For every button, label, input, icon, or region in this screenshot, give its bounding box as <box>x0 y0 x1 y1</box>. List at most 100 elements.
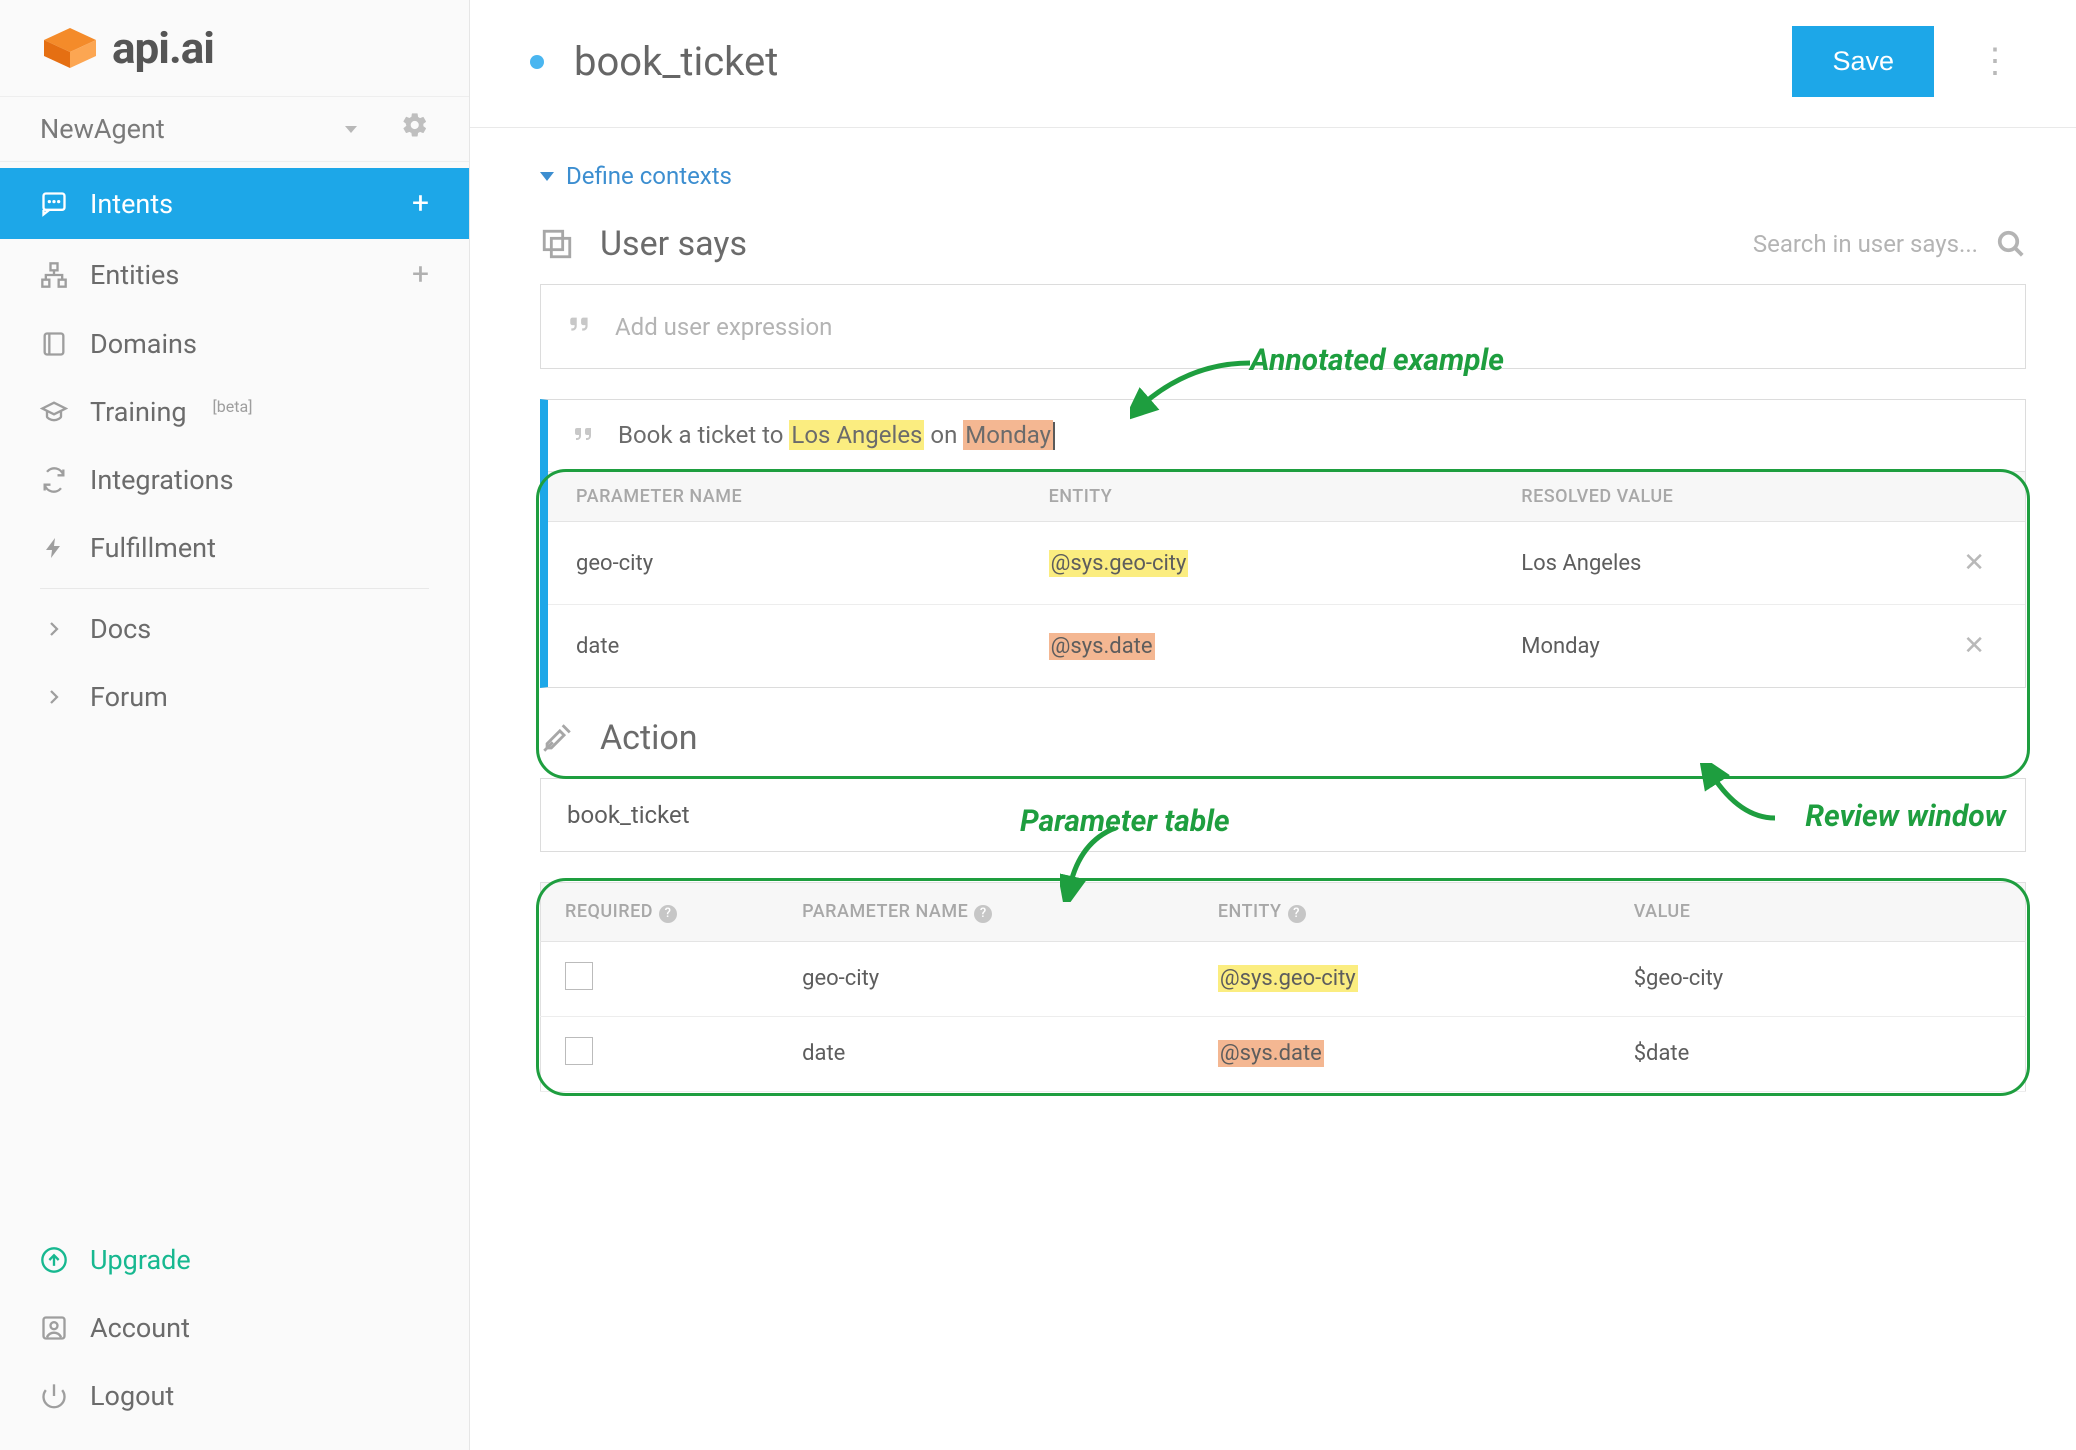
add-expression-input[interactable] <box>615 313 1999 341</box>
nav-account[interactable]: Account <box>0 1294 469 1362</box>
nav-link-forum[interactable]: Forum <box>0 663 469 731</box>
nav: Intents + Entities + Domains <box>0 162 469 731</box>
nav-item-intents[interactable]: Intents + <box>0 168 469 239</box>
nav-label: Intents <box>90 188 173 220</box>
search-icon[interactable] <box>1996 229 2026 259</box>
nav-label: Domains <box>90 328 197 360</box>
plus-icon[interactable]: + <box>412 257 429 292</box>
more-menu-icon[interactable]: ⋮ <box>1964 55 2026 69</box>
parameter-table: REQUIRED? PARAMETER NAME? ENTITY? VALUE … <box>540 882 2026 1092</box>
nav-link-docs[interactable]: Docs <box>0 595 469 663</box>
annotation-annotated-example: Annotated example <box>1250 343 1504 378</box>
example-text-prefix: Book a ticket to <box>618 421 789 449</box>
define-contexts-toggle[interactable]: Define contexts <box>540 162 2026 190</box>
sidebar: api.ai NewAgent Intents + <box>0 0 470 1450</box>
intent-title-input[interactable] <box>574 38 1762 85</box>
example-wrap: Annotated example Book a ticket to Los A… <box>540 399 2026 688</box>
account-icon <box>40 1314 68 1342</box>
brand-name: api.ai <box>112 22 214 74</box>
quote-icon <box>572 418 596 453</box>
review-table: PARAMETER NAME ENTITY RESOLVED VALUE geo… <box>548 471 2025 687</box>
quote-icon <box>567 309 593 344</box>
cell-param-name: geo-city <box>778 941 1194 1016</box>
hierarchy-icon <box>40 261 68 289</box>
tools-icon <box>540 721 574 755</box>
nav-item-domains[interactable]: Domains <box>0 310 469 378</box>
chevron-down-icon <box>540 172 554 181</box>
nav-label: Entities <box>90 259 179 291</box>
nav-label: Account <box>90 1312 190 1344</box>
book-icon <box>40 330 68 358</box>
help-icon[interactable]: ? <box>974 905 992 923</box>
bolt-icon <box>40 534 68 562</box>
chevron-right-icon <box>40 683 68 711</box>
example-entity-day[interactable]: Monday <box>963 420 1053 450</box>
col-value: VALUE <box>1610 883 2026 942</box>
user-says-heading: User says <box>600 224 747 264</box>
help-icon[interactable]: ? <box>659 905 677 923</box>
cell-resolved: Monday <box>1493 605 1935 688</box>
nav-upgrade[interactable]: Upgrade <box>0 1226 469 1294</box>
table-row[interactable]: geo-city @sys.geo-city Los Angeles ✕ <box>548 522 2025 605</box>
close-icon[interactable]: ✕ <box>1963 548 1985 578</box>
nav-item-fulfillment[interactable]: Fulfillment <box>0 514 469 582</box>
overlap-icon <box>540 227 574 261</box>
agent-name-label: NewAgent <box>40 113 165 145</box>
nav-label: Logout <box>90 1380 174 1412</box>
example-text-mid: on <box>924 421 963 449</box>
save-button[interactable]: Save <box>1792 26 1934 97</box>
cell-entity: @sys.geo-city <box>1218 965 1358 992</box>
plus-icon[interactable]: + <box>412 186 429 221</box>
action-name-input[interactable] <box>567 801 1999 829</box>
gear-icon[interactable] <box>401 111 429 147</box>
example-entity-city[interactable]: Los Angeles <box>789 420 924 450</box>
topbar: Save ⋮ <box>470 0 2076 128</box>
col-entity: ENTITY <box>1218 901 1282 922</box>
annotated-example: Book a ticket to Los Angeles on Monday P… <box>540 399 2026 688</box>
nav-item-entities[interactable]: Entities + <box>0 239 469 310</box>
required-checkbox[interactable] <box>565 962 593 990</box>
cell-entity: @sys.date <box>1218 1040 1324 1067</box>
chevron-down-icon <box>345 126 357 133</box>
col-required: REQUIRED <box>565 901 653 922</box>
agent-selector[interactable]: NewAgent <box>0 96 469 162</box>
annotation-parameter-table: Parameter table <box>1020 804 1230 839</box>
main: Save ⋮ Define contexts User says <box>470 0 2076 1450</box>
cell-value: $date <box>1610 1016 2026 1091</box>
action-name-box[interactable] <box>540 778 2026 852</box>
nav-label: Integrations <box>90 464 234 496</box>
nav-label: Forum <box>90 681 168 713</box>
cell-entity: @sys.date <box>1049 633 1155 660</box>
nav-label: Docs <box>90 613 151 645</box>
col-param: PARAMETER NAME <box>548 472 1021 522</box>
power-icon <box>40 1382 68 1410</box>
chat-icon <box>40 190 68 218</box>
nav-item-integrations[interactable]: Integrations <box>0 446 469 514</box>
nav-label: Upgrade <box>90 1244 191 1276</box>
nav-label: Fulfillment <box>90 532 216 564</box>
table-row[interactable]: geo-city @sys.geo-city $geo-city <box>541 941 2026 1016</box>
status-dot-icon <box>530 55 544 69</box>
required-checkbox[interactable] <box>565 1037 593 1065</box>
example-expression[interactable]: Book a ticket to Los Angeles on Monday <box>548 400 2025 471</box>
nav-label: Training <box>90 396 187 428</box>
nav-item-training[interactable]: Training [beta] <box>0 378 469 446</box>
text-cursor-icon <box>1053 422 1055 450</box>
col-param: PARAMETER NAME <box>802 901 968 922</box>
action-heading: Action <box>600 718 698 758</box>
user-says-search-input[interactable] <box>1708 230 1978 258</box>
brand-logo[interactable]: api.ai <box>0 16 469 96</box>
close-icon[interactable]: ✕ <box>1963 631 1985 661</box>
beta-badge: [beta] <box>213 397 253 416</box>
cell-param-name: date <box>548 605 1021 688</box>
cell-param-name: geo-city <box>548 522 1021 605</box>
cell-entity: @sys.geo-city <box>1049 550 1189 577</box>
table-row[interactable]: date @sys.date $date <box>541 1016 2026 1091</box>
table-row[interactable]: date @sys.date Monday ✕ <box>548 605 2025 688</box>
upgrade-icon <box>40 1246 68 1274</box>
sync-icon <box>40 466 68 494</box>
cell-value: $geo-city <box>1610 941 2026 1016</box>
chevron-right-icon <box>40 615 68 643</box>
help-icon[interactable]: ? <box>1288 905 1306 923</box>
nav-logout[interactable]: Logout <box>0 1362 469 1430</box>
